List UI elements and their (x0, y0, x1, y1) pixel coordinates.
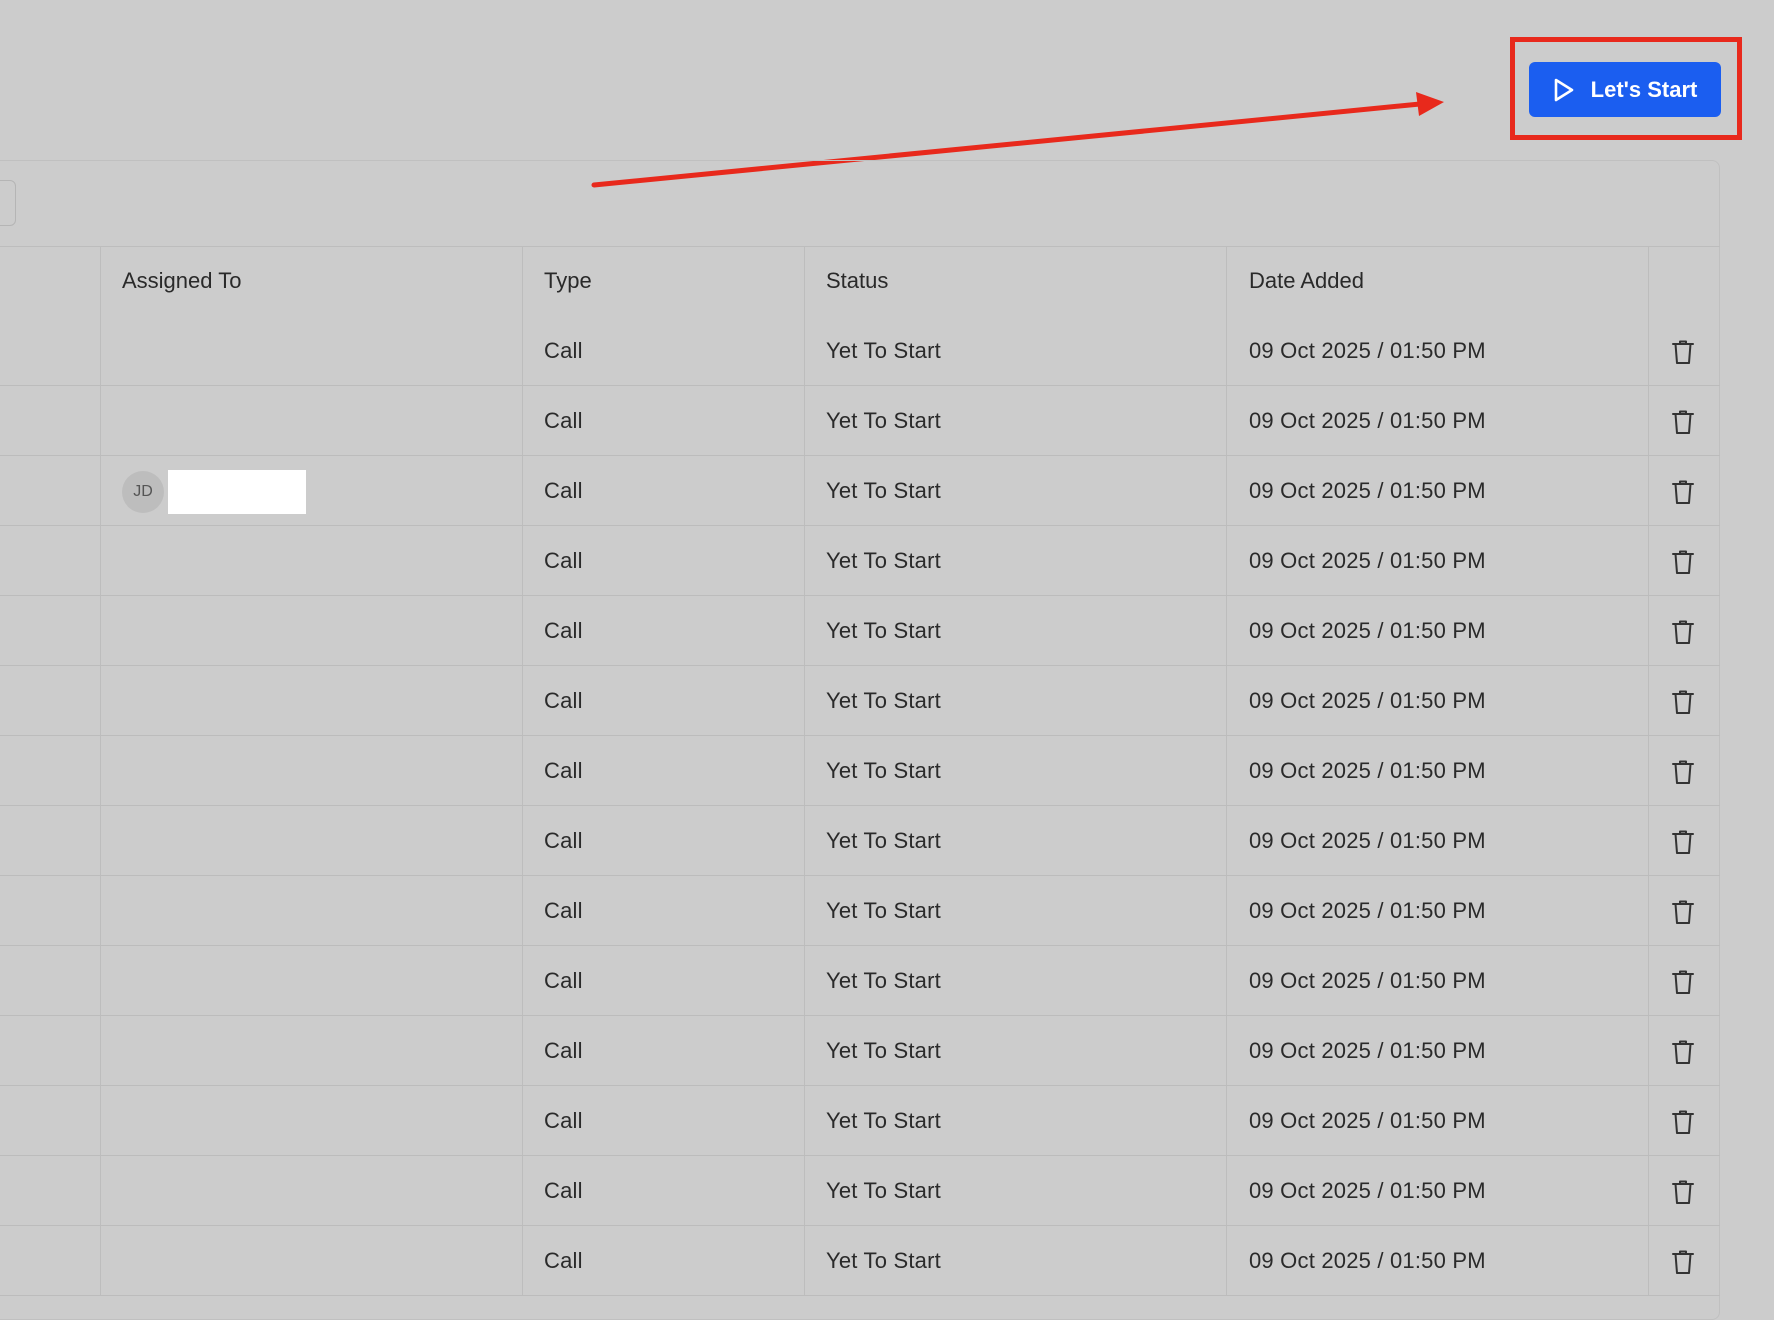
trash-icon[interactable] (1671, 1039, 1695, 1065)
date-added-cell: 09 Oct 2025 / 01:50 PM (1249, 1038, 1486, 1063)
lets-start-label: Let's Start (1590, 76, 1698, 102)
status-cell: Yet To Start (826, 758, 941, 783)
status-cell: Yet To Start (826, 1108, 941, 1133)
header-type: Type (544, 268, 592, 293)
header-status: Status (826, 268, 889, 293)
date-added-cell: 09 Oct 2025 / 01:50 PM (1249, 338, 1486, 363)
type-cell: Call (544, 478, 583, 503)
date-added-cell: 09 Oct 2025 / 01:50 PM (1249, 618, 1486, 643)
date-added-cell: 09 Oct 2025 / 01:50 PM (1249, 758, 1486, 783)
trash-icon[interactable] (1671, 759, 1695, 785)
date-added-cell: 09 Oct 2025 / 01:50 PM (1249, 828, 1486, 853)
table-row[interactable]: Call Yet To Start 09 Oct 2025 / 01:50 PM (0, 386, 1720, 456)
table-row[interactable]: Call Yet To Start 09 Oct 2025 / 01:50 PM (0, 876, 1720, 946)
status-cell: Yet To Start (826, 478, 941, 503)
type-cell: Call (544, 338, 583, 363)
status-cell: Yet To Start (826, 408, 941, 433)
type-cell: Call (544, 1108, 583, 1133)
lets-start-button[interactable]: Let's Start (1529, 62, 1721, 117)
date-added-cell: 09 Oct 2025 / 01:50 PM (1249, 1248, 1486, 1273)
trash-icon[interactable] (1671, 549, 1695, 575)
date-added-cell: 09 Oct 2025 / 01:50 PM (1249, 1178, 1486, 1203)
table-row[interactable]: Call Yet To Start 09 Oct 2025 / 01:50 PM (0, 1016, 1720, 1086)
trash-icon[interactable] (1671, 409, 1695, 435)
type-cell: Call (544, 828, 583, 853)
trash-icon[interactable] (1671, 1249, 1695, 1275)
table-row[interactable]: Call Yet To Start 09 Oct 2025 / 01:50 PM (0, 666, 1720, 736)
status-cell: Yet To Start (826, 898, 941, 923)
type-cell: Call (544, 1248, 583, 1273)
status-cell: Yet To Start (826, 1038, 941, 1063)
status-cell: Yet To Start (826, 968, 941, 993)
table-row[interactable]: Call Yet To Start 09 Oct 2025 / 01:50 PM (0, 1156, 1720, 1226)
trash-icon[interactable] (1671, 689, 1695, 715)
status-cell: Yet To Start (826, 618, 941, 643)
trash-icon[interactable] (1671, 969, 1695, 995)
table-row[interactable]: Call Yet To Start 09 Oct 2025 / 01:50 PM (0, 596, 1720, 666)
status-cell: Yet To Start (826, 548, 941, 573)
trash-icon[interactable] (1671, 619, 1695, 645)
header-assigned-to: Assigned To (122, 268, 242, 293)
table-row[interactable]: Call Yet To Start 09 Oct 2025 / 01:50 PM (0, 946, 1720, 1016)
trash-icon[interactable] (1671, 829, 1695, 855)
type-cell: Call (544, 548, 583, 573)
date-added-cell: 09 Oct 2025 / 01:50 PM (1249, 478, 1486, 503)
date-added-cell: 09 Oct 2025 / 01:50 PM (1249, 898, 1486, 923)
date-added-cell: 09 Oct 2025 / 01:50 PM (1249, 688, 1486, 713)
table-header-divider (0, 246, 1720, 247)
redacted-name (168, 470, 306, 514)
type-cell: Call (544, 758, 583, 783)
avatar: JD (122, 471, 164, 513)
date-added-cell: 09 Oct 2025 / 01:50 PM (1249, 968, 1486, 993)
filter-control[interactable] (0, 180, 16, 226)
date-added-cell: 09 Oct 2025 / 01:50 PM (1249, 548, 1486, 573)
table-row[interactable]: Call Yet To Start 09 Oct 2025 / 01:50 PM (0, 806, 1720, 876)
status-cell: Yet To Start (826, 1178, 941, 1203)
trash-icon[interactable] (1671, 479, 1695, 505)
trash-icon[interactable] (1671, 1179, 1695, 1205)
status-cell: Yet To Start (826, 688, 941, 713)
table-row[interactable]: JD Call Yet To Start 09 Oct 2025 / 01:50 PM (0, 456, 1720, 526)
type-cell: Call (544, 1178, 583, 1203)
table-row[interactable]: Call Yet To Start 09 Oct 2025 / 01:50 PM (0, 1086, 1720, 1156)
status-cell: Yet To Start (826, 338, 941, 363)
type-cell: Call (544, 968, 583, 993)
table-row[interactable]: Call Yet To Start 09 Oct 2025 / 01:50 PM (0, 1226, 1720, 1296)
date-added-cell: 09 Oct 2025 / 01:50 PM (1249, 408, 1486, 433)
type-cell: Call (544, 1038, 583, 1063)
table-row[interactable]: Call Yet To Start 09 Oct 2025 / 01:50 PM (0, 316, 1720, 386)
type-cell: Call (544, 618, 583, 643)
date-added-cell: 09 Oct 2025 / 01:50 PM (1249, 1108, 1486, 1133)
trash-icon[interactable] (1671, 339, 1695, 365)
trash-icon[interactable] (1671, 899, 1695, 925)
trash-icon[interactable] (1671, 1109, 1695, 1135)
status-cell: Yet To Start (826, 828, 941, 853)
header-date-added: Date Added (1249, 268, 1364, 293)
assignee: JD (122, 470, 306, 514)
status-cell: Yet To Start (826, 1248, 941, 1273)
play-icon (1553, 78, 1575, 102)
type-cell: Call (544, 898, 583, 923)
table-row[interactable]: Call Yet To Start 09 Oct 2025 / 01:50 PM (0, 736, 1720, 806)
table-row[interactable]: Call Yet To Start 09 Oct 2025 / 01:50 PM (0, 526, 1720, 596)
type-cell: Call (544, 408, 583, 433)
type-cell: Call (544, 688, 583, 713)
